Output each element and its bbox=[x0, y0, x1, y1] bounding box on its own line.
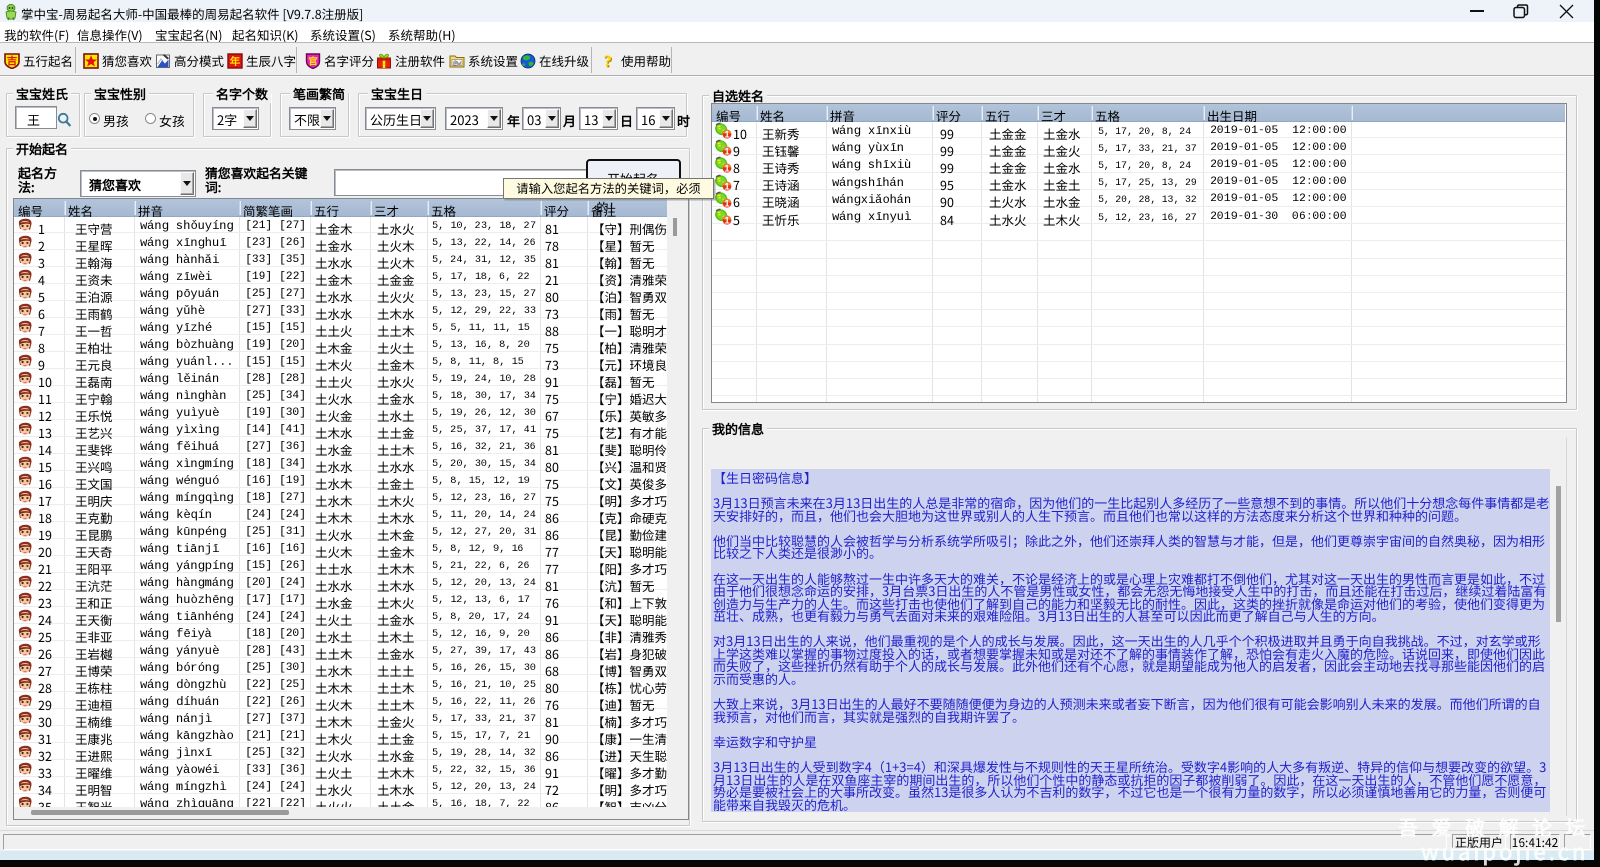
svg-text:1: 1 bbox=[724, 215, 729, 225]
svg-text:1: 1 bbox=[724, 164, 729, 174]
svg-text:1: 1 bbox=[724, 146, 729, 156]
svg-text:?: ? bbox=[604, 53, 613, 69]
svg-text:1: 1 bbox=[724, 181, 729, 191]
svg-text:吉: 吉 bbox=[7, 54, 18, 69]
svg-text:官: 官 bbox=[308, 54, 318, 68]
svg-text:1: 1 bbox=[724, 198, 729, 208]
svg-text:年: 年 bbox=[230, 54, 241, 69]
svg-text:1: 1 bbox=[724, 129, 729, 139]
svg-text:@w: @w bbox=[453, 60, 461, 67]
